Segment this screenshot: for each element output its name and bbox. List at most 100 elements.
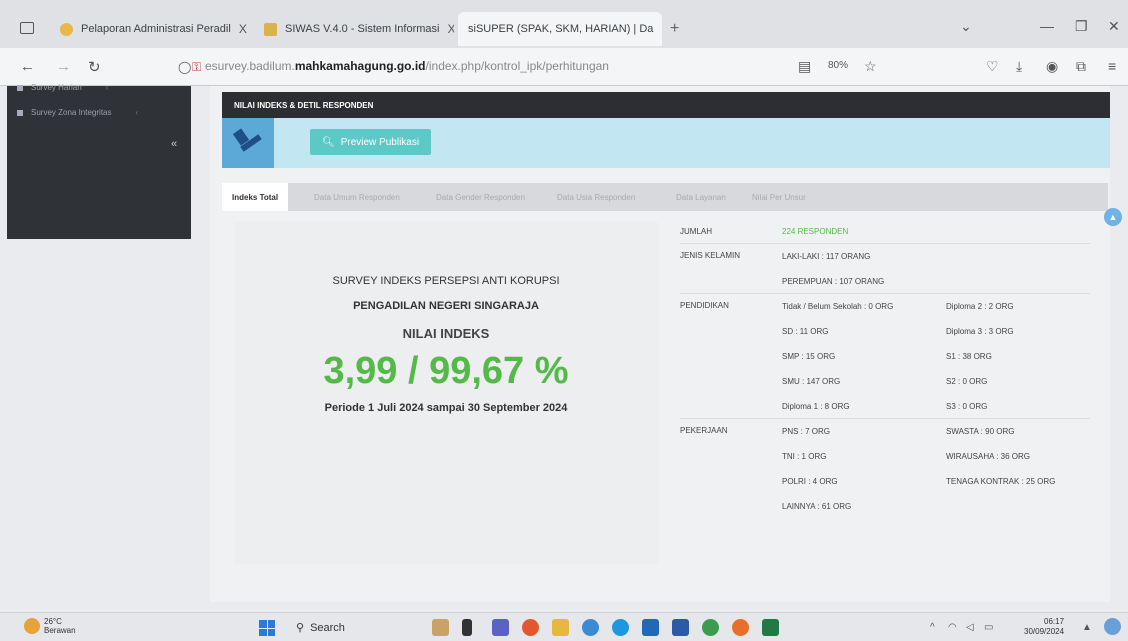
sidebar-item-survey-zona-integritas[interactable]: Survey Zona Integritas ‹ [17,108,138,117]
address-field[interactable]: esurvey.badilum.mahkamahagung.go.id/inde… [205,59,609,73]
zoom-level[interactable]: 80% [828,60,848,71]
excel-icon[interactable] [762,619,779,636]
sidebar-bullet-icon [17,84,23,91]
tab-list-chevron-icon[interactable]: ⌄ [960,18,972,35]
file-explorer-icon[interactable] [432,619,449,636]
education-item: S3 : 0 ORG [946,402,988,411]
store-icon[interactable] [642,619,659,636]
search-icon: 🔍︎ [322,136,335,148]
whatsapp-icon[interactable] [702,619,719,636]
weather-widget[interactable]: 26°C Berawan [24,617,76,635]
pocket-icon[interactable]: ♡ [986,58,999,75]
restore-icon[interactable]: ❐ [1075,18,1088,35]
menu-icon[interactable]: ≡ [1108,58,1116,74]
account-icon[interactable]: ◉ [1046,58,1058,75]
tab-data-usia[interactable]: Data Usia Responden [557,183,635,211]
minimize-icon[interactable]: — [1040,18,1054,34]
tab-overview-icon[interactable] [20,22,34,34]
navigation-bar: ← → ↻ ◯ ⚿ esurvey.badilum.mahkamahagung.… [0,48,1128,86]
browser-tab-sisuper[interactable]: siSUPER (SPAK, SKM, HARIAN) | Da X [458,12,662,46]
preview-publication-button[interactable]: 🔍︎ Preview Publikasi [310,129,432,155]
teams-icon[interactable] [492,619,509,636]
tab-data-layanan[interactable]: Data Layanan [676,183,726,211]
windows-taskbar: 26°C Berawan ⚲ Search ^ ◠ ◁ ▭ 06:17 30/0… [0,612,1128,641]
word-icon[interactable] [672,619,689,636]
reload-icon[interactable]: ↻ [88,58,101,76]
education-item: SMP : 15 ORG [782,352,836,361]
search-label: Search [310,621,345,634]
tab-label: Pelaporan Administrasi Peradil [81,23,231,35]
insecure-lock-icon[interactable]: ⚿ [192,60,201,75]
tab-label: SIWAS V.4.0 - Sistem Informasi [285,23,440,35]
detail-tabs: Indeks Total Data Umum Responden Data Ge… [222,183,1108,211]
divider [680,293,1090,294]
new-tab-button[interactable]: + [670,20,679,38]
gavel-icon [222,118,274,168]
window-close-icon[interactable]: ✕ [1108,18,1120,35]
taskbar-search[interactable]: ⚲ Search [296,621,345,635]
bookmark-star-icon[interactable]: ☆ [864,58,877,75]
tab-nilai-per-unsur[interactable]: Nilai Per Unsur [752,183,806,211]
battery-icon[interactable]: ▭ [984,622,993,633]
job-label: PEKERJAAN [680,426,728,435]
tab-indeks-total[interactable]: Indeks Total [222,183,289,211]
shield-icon[interactable]: ◯ [178,60,191,74]
wifi-icon[interactable]: ◠ [948,622,957,633]
survey-period: Periode 1 Juli 2024 sampai 30 September … [324,402,568,414]
job-item: PNS : 7 ORG [782,427,831,436]
clock-date: 30/09/2024 [1024,627,1065,636]
forward-arrow-icon[interactable]: → [56,58,71,75]
job-item: POLRI : 4 ORG [782,477,838,486]
chevron-left-icon: ‹ [105,83,109,92]
browser-tab-pelaporan[interactable]: Pelaporan Administrasi Peradil X [50,12,250,46]
url-prefix: esurvey.badilum. [205,59,295,73]
app-sidebar: Survey Harian ‹ Survey Zona Integritas ‹… [7,83,191,239]
url-path: /index.php/kontrol_ipk/perhitungan [425,59,609,73]
windows-start-icon[interactable] [259,620,275,636]
weather-condition: Berawan [44,626,76,635]
tab-data-gender[interactable]: Data Gender Responden [436,183,525,211]
education-item: Diploma 3 : 3 ORG [946,327,1014,336]
tab-label: siSUPER (SPAK, SKM, HARIAN) | Da [468,23,654,35]
sidebar-collapse-icon[interactable]: « [171,138,177,150]
reader-view-icon[interactable]: ▤ [798,58,811,75]
sidebar-item-survey-harian[interactable]: Survey Harian ‹ [17,83,108,92]
jumlah-value: 224 RESPONDEN [782,227,849,236]
system-clock[interactable]: 06:17 30/09/2024 [1024,617,1064,637]
notification-bell-icon[interactable]: ▲ [1082,622,1092,633]
sidebar-bullet-icon [17,109,23,116]
chrome-icon[interactable] [522,619,539,636]
edge-icon[interactable] [582,619,599,636]
folder-icon[interactable] [552,619,569,636]
tab-close-icon[interactable]: X [439,22,454,36]
tab-data-umum[interactable]: Data Umum Responden [314,183,400,211]
tray-chevron-icon[interactable]: ^ [930,622,935,633]
jumlah-label: JUMLAH [680,227,713,236]
browser-icon[interactable] [612,619,629,636]
survey-name: SURVEY INDEKS PERSEPSI ANTI KORUPSI [332,275,560,287]
index-summary-panel: SURVEY INDEKS PERSEPSI ANTI KORUPSI PENG… [234,222,658,564]
firefox-icon[interactable] [732,619,749,636]
downloads-icon[interactable]: ⤓ [1016,58,1022,75]
education-item: SD : 11 ORG [782,327,829,336]
scroll-up-button[interactable]: ▲ [1104,208,1122,226]
tab-close-icon[interactable]: X [653,22,662,36]
gender-label: JENIS KELAMIN [680,251,741,260]
back-arrow-icon[interactable]: ← [20,58,35,75]
divider [680,243,1090,244]
app-icon[interactable] [462,619,472,636]
temperature: 26°C [44,617,62,626]
education-item: SMU : 147 ORG [782,377,841,386]
extensions-icon[interactable]: ⧉ [1076,58,1086,75]
weather-sun-icon [24,618,40,634]
education-item: Diploma 1 : 8 ORG [782,402,850,411]
education-item: S1 : 38 ORG [946,352,992,361]
volume-icon[interactable]: ◁ [966,622,974,633]
weather-text: 26°C Berawan [44,617,76,635]
court-name: PENGADILAN NEGERI SINGARAJA [353,300,539,312]
browser-tab-siwas[interactable]: SIWAS V.4.0 - Sistem Informasi X [254,12,454,46]
index-value: 3,99 / 99,67 % [323,350,569,392]
education-item: Diploma 2 : 2 ORG [946,302,1014,311]
tab-close-icon[interactable]: X [231,22,247,36]
copilot-icon[interactable] [1104,618,1121,635]
